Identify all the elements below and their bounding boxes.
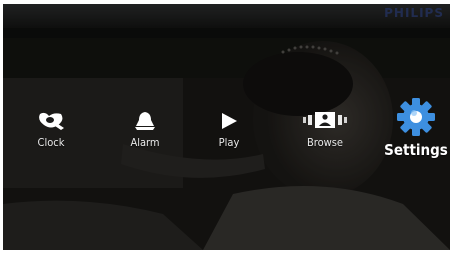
clock-icon: [39, 112, 64, 130]
menu-item-label: Browse: [306, 136, 343, 149]
menu-item-label: Clock: [37, 136, 65, 149]
photo-frame-screen: PHILIPS Clock Alarm Play Browse Settings: [3, 4, 450, 250]
alarm-bell-icon: [135, 112, 155, 130]
play-icon: [222, 113, 237, 129]
menu-item-settings[interactable]: Settings: [381, 96, 450, 159]
menu-item-clock[interactable]: Clock: [29, 110, 73, 149]
gear-icon: [397, 98, 435, 136]
menu-item-alarm[interactable]: Alarm: [121, 110, 169, 149]
menu-item-browse[interactable]: Browse: [299, 108, 351, 149]
browse-photos-icon: [303, 112, 347, 128]
menu-item-label: Alarm: [130, 136, 160, 149]
menu-item-label: Settings: [384, 141, 448, 159]
menu-item-play[interactable]: Play: [209, 110, 249, 149]
menu-item-label: Play: [218, 136, 240, 149]
main-menu: Clock Alarm Play Browse Settings: [3, 4, 450, 250]
